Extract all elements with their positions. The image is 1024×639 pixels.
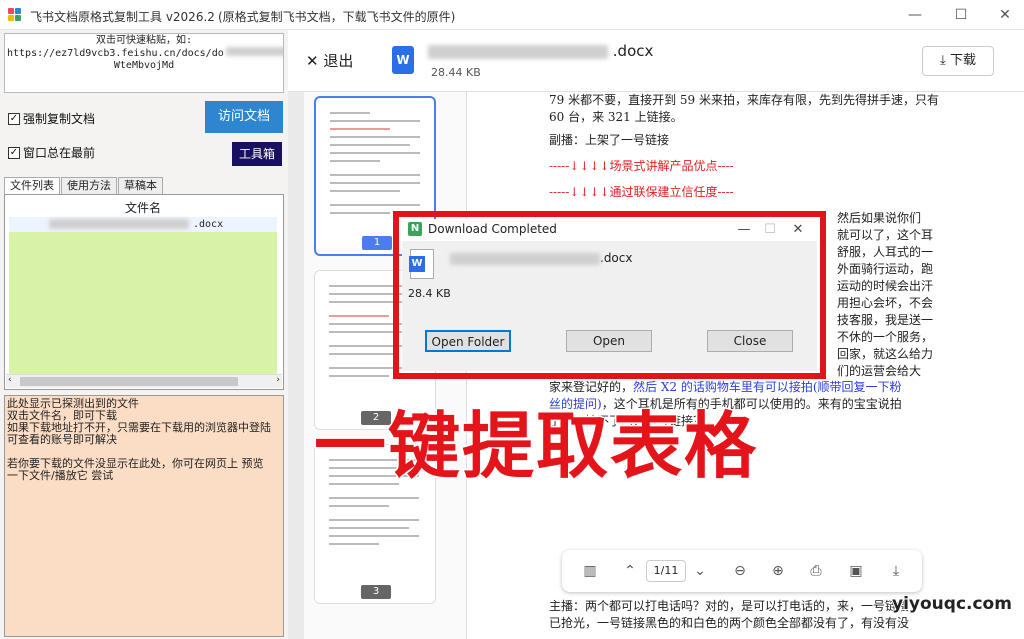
tab-usage[interactable]: 使用方法 <box>61 177 117 194</box>
open-button[interactable]: Open <box>566 330 652 352</box>
url-hint: 双击可快速粘贴，如: <box>95 35 193 46</box>
file-list: 文件名 .docx ‹ › <box>4 194 284 390</box>
app-n-icon: N <box>408 222 422 236</box>
window-subtitle: (原格式复制飞书文档，下载飞书文件的原件) <box>218 10 456 24</box>
sidebar-toggle-icon[interactable]: ▥ <box>580 561 600 581</box>
word-file-icon: W <box>409 249 434 279</box>
exit-button[interactable]: ✕ 退出 <box>306 50 353 71</box>
open-folder-button[interactable]: Open Folder <box>425 330 511 352</box>
always-on-top-label: 窗口总在最前 <box>23 146 96 160</box>
checkbox-check-icon: ✓ <box>8 146 20 159</box>
dialog-maximize-icon: ☐ <box>764 222 776 237</box>
horizontal-scrollbar[interactable]: ‹ › <box>6 374 282 388</box>
url-input[interactable]: 双击可快速粘贴，如: https://ez7ld9vcb3.feishu.cn/… <box>4 33 284 93</box>
doc-paragraph: 79 米都不要，直接开到 59 米来拍，来库存有限，先到先得拼手速，只有 60 … <box>549 93 939 124</box>
close-window-icon[interactable]: ✕ <box>990 4 1020 26</box>
minimize-icon[interactable]: — <box>900 4 930 26</box>
force-copy-checkbox[interactable]: ✓ 强制复制文档 <box>8 110 95 127</box>
dialog-title-bar: N Download Completed — ☐ ✕ <box>402 219 817 241</box>
dialog-file-name: .docx <box>450 251 632 265</box>
tab-draft[interactable]: 草稿本 <box>118 177 163 194</box>
tab-file-list[interactable]: 文件列表 <box>4 177 60 194</box>
maximize-icon[interactable]: ☐ <box>946 4 976 26</box>
always-on-top-checkbox[interactable]: ✓ 窗口总在最前 <box>8 144 95 161</box>
app-logo-icon <box>8 8 24 22</box>
scroll-left-icon[interactable]: ‹ <box>8 375 12 385</box>
doc-heading-red: -----↓↓↓↓通过联保建立信任度---- <box>549 185 734 199</box>
info-line: 可查看的账号即可解决 <box>7 433 117 446</box>
close-icon: ✕ <box>306 52 319 70</box>
save-icon[interactable]: ⤓ <box>886 561 906 581</box>
page-number-badge: 1 <box>362 236 392 250</box>
dialog-title: Download Completed <box>428 222 557 236</box>
file-list-header: 文件名 <box>124 201 161 215</box>
next-page-icon[interactable]: ⌄ <box>690 561 710 581</box>
close-button[interactable]: Close <box>707 330 793 352</box>
present-icon[interactable]: ▣ <box>846 561 866 581</box>
page-number-badge: 3 <box>361 585 391 599</box>
download-dialog: N Download Completed — ☐ ✕ W .docx 28.4 … <box>402 219 817 371</box>
title-bar: 飞书文档原格式复制工具 v2026.2 (原格式复制飞书文档，下载飞书文件的原件… <box>0 0 1024 30</box>
file-list-item-name: .docx <box>193 219 224 230</box>
overlay-caption: 一键提取表格 <box>312 404 759 488</box>
list-item[interactable]: .docx <box>9 217 277 232</box>
exit-label: 退出 <box>323 52 354 70</box>
left-tabs: 文件列表 使用方法 草稿本 <box>4 177 164 194</box>
force-copy-label: 强制复制文档 <box>23 112 96 126</box>
tool-panel: 双击可快速粘贴，如: https://ez7ld9vcb3.feishu.cn/… <box>0 30 288 639</box>
download-icon: ⤓ <box>940 53 946 68</box>
download-button[interactable]: ⤓ 下载 <box>922 46 994 76</box>
window-title: 飞书文档原格式复制工具 v2026.2 <box>30 10 215 24</box>
print-icon[interactable]: ⎙ <box>806 561 826 581</box>
document-ext: .docx <box>612 42 654 60</box>
info-line: 一下文件/播放它 尝试 <box>7 469 114 482</box>
toolbox-button[interactable]: 工具箱 <box>232 142 282 166</box>
checkbox-check-icon: ✓ <box>8 112 20 125</box>
dialog-close-icon[interactable]: ✕ <box>786 220 810 240</box>
document-name: .docx <box>428 42 653 60</box>
viewer-toolbar: ▥ ⌃ 1/11 ⌄ ⊖ ⊕ ⎙ ▣ ⤓ <box>562 550 922 592</box>
doc-fragment: 然后如果说你们 就可以了，这个耳 舒服，人耳式的一 外面骑行运动，跑 运动的时候会出汗用… <box>837 211 934 378</box>
url-text-line2: WteMbvojMd <box>113 60 175 71</box>
page-indicator[interactable]: 1/11 <box>646 560 686 582</box>
download-label: 下载 <box>949 53 976 68</box>
dialog-file-size: 28.4 KB <box>408 287 451 300</box>
previous-page-icon[interactable]: ⌃ <box>620 561 640 581</box>
word-file-icon: W <box>392 46 414 74</box>
visit-document-button[interactable]: 访问文档 <box>205 101 283 133</box>
scroll-right-icon[interactable]: › <box>276 375 280 385</box>
dialog-file-ext: .docx <box>600 251 633 265</box>
document-size: 28.44 KB <box>431 66 481 79</box>
url-text-line1: https://ez7ld9vcb3.feishu.cn/docs/do <box>7 48 224 59</box>
doc-paragraph: 副播：上架了一号链接 <box>549 133 670 147</box>
viewer-header: ✕ 退出 W .docx 28.44 KB ⤓ 下载 <box>288 30 1024 92</box>
doc-paragraph: 已抢光，一号链接黑色的和白色的两个颜色全部都没有了，有没有没 <box>549 616 910 630</box>
zoom-in-icon[interactable]: ⊕ <box>768 561 788 581</box>
scroll-thumb[interactable] <box>20 377 238 386</box>
info-log: 此处显示已探测出到的文件 双击文件名，即可下载 如果下载地址打不开，只需要在下载… <box>4 395 284 637</box>
dialog-minimize-icon[interactable]: — <box>732 220 756 240</box>
watermark: yiyouqc.com <box>891 593 1013 615</box>
doc-paragraph: 家来登记好的，然后 X2 的话购物车里有可以接拍(顺带回复一下粉 <box>549 380 902 394</box>
doc-heading-red: -----↓↓↓↓场景式讲解产品优点---- <box>549 159 734 173</box>
file-list-area <box>9 232 277 374</box>
zoom-out-icon[interactable]: ⊖ <box>730 561 750 581</box>
